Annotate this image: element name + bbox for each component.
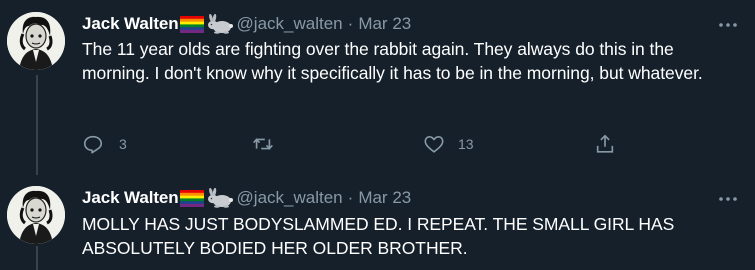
separator-dot: · — [347, 14, 354, 33]
avatar-portrait-icon — [7, 186, 65, 244]
like-button[interactable]: 13 — [423, 132, 474, 156]
tweet-date[interactable]: Mar 23 — [358, 12, 411, 36]
share-button[interactable] — [594, 132, 616, 156]
tweet-text: The 11 year olds are fighting over the r… — [82, 39, 703, 83]
like-count: 13 — [458, 136, 474, 152]
rainbow-flag-emoji — [179, 189, 204, 207]
reply-button[interactable]: 3 — [82, 132, 127, 156]
author-handle[interactable]: @jack_walten — [237, 186, 343, 210]
tweet-2[interactable]: Jack Walten @jack_walten · Mar 23 MOLLY … — [0, 186, 755, 270]
more-options-icon[interactable] — [717, 192, 739, 206]
author-name[interactable]: Jack Walten — [82, 12, 179, 36]
rabbit-emoji — [207, 188, 233, 208]
more-options-icon[interactable] — [717, 18, 739, 32]
avatar[interactable] — [7, 12, 65, 70]
reply-count: 3 — [119, 136, 127, 152]
tweet-actions: 3 13 — [82, 132, 622, 156]
tweet-header: Jack Walten @jack_walten · Mar 23 — [82, 186, 411, 210]
tweet-1[interactable]: Jack Walten @jack_walten · Mar 23 The 11… — [0, 12, 755, 172]
tweet-header: Jack Walten @jack_walten · Mar 23 — [82, 12, 411, 36]
rainbow-flag-emoji — [179, 15, 204, 33]
retweet-button[interactable] — [252, 132, 274, 156]
share-icon — [596, 134, 614, 153]
author-handle[interactable]: @jack_walten — [237, 12, 343, 36]
separator-dot: · — [347, 188, 354, 207]
retweet-icon — [253, 138, 273, 150]
reply-icon — [83, 135, 103, 154]
tweet-text: MOLLY HAS JUST BODYSLAMMED ED. I REPEAT.… — [82, 214, 675, 258]
heart-icon — [424, 136, 444, 153]
tweet-date[interactable]: Mar 23 — [358, 186, 411, 210]
author-name[interactable]: Jack Walten — [82, 186, 179, 210]
rabbit-emoji — [207, 14, 233, 34]
avatar-portrait-icon — [7, 12, 65, 70]
avatar[interactable] — [7, 186, 65, 244]
